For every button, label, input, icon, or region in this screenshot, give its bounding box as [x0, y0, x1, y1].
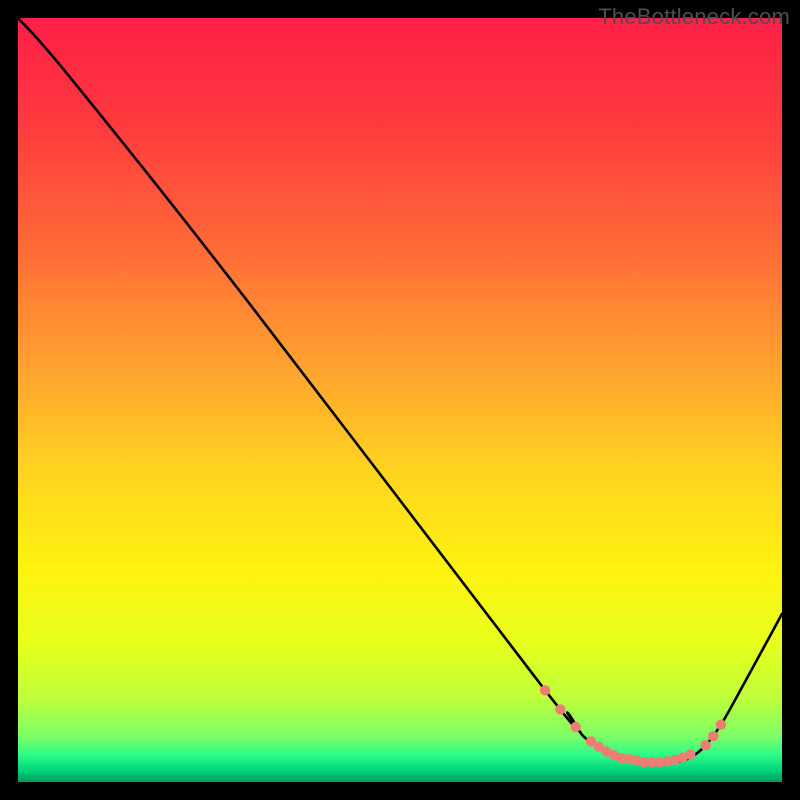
chart-stage: TheBottleneck.com — [0, 0, 800, 800]
plot-area — [18, 18, 782, 782]
marker-dot — [540, 685, 550, 695]
marker-dot — [716, 720, 726, 730]
watermark-text: TheBottleneck.com — [598, 4, 790, 30]
marker-dot — [685, 749, 695, 759]
marker-dot — [700, 740, 710, 750]
chart-svg — [18, 18, 782, 782]
marker-dot — [555, 704, 565, 714]
marker-dot — [708, 731, 718, 741]
marker-dot — [571, 722, 581, 732]
chart-background — [18, 18, 782, 782]
